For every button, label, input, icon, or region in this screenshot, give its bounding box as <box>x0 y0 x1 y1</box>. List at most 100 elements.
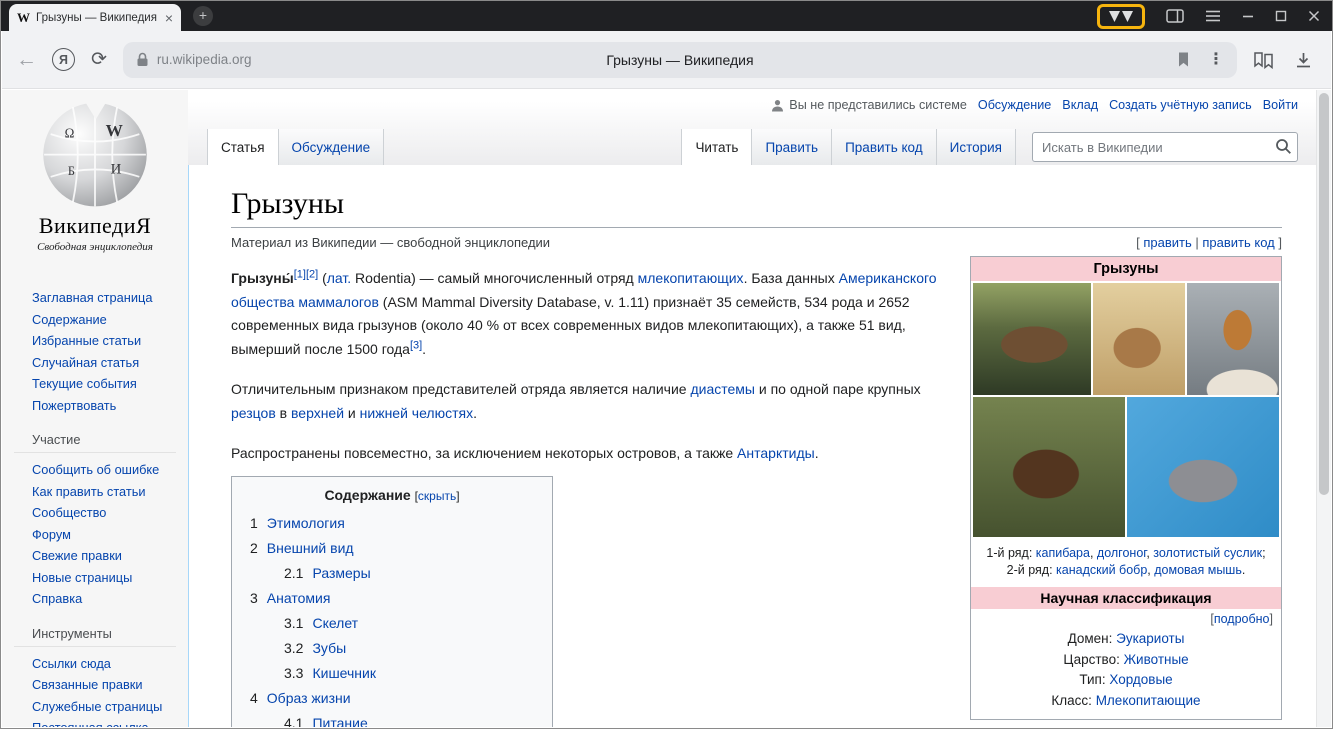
sidebar-link[interactable]: Текущие события <box>32 373 188 395</box>
inline-link[interactable]: верхней <box>291 405 344 421</box>
sidebar-link[interactable]: Пожертвовать <box>32 395 188 417</box>
toc-item[interactable]: 4.1Питание <box>284 711 534 728</box>
wikipedia-globe-logo[interactable]: Ω W И Б <box>40 98 150 208</box>
toc-item[interactable]: 2Внешний вид <box>250 536 534 561</box>
section-edit-links[interactable]: [ править | править код ] <box>1136 235 1282 250</box>
wikipedia-favicon: W <box>17 10 30 26</box>
sidebar-link[interactable]: Связанные правки <box>32 674 188 696</box>
text-segment: Содержание <box>324 487 410 503</box>
taxon-link[interactable]: Хордовые <box>1109 672 1172 687</box>
canadian-beaver-photo[interactable] <box>973 397 1125 537</box>
house-mouse-photo[interactable] <box>1127 397 1279 537</box>
toc-item[interactable]: 1Этимология <box>250 511 534 536</box>
sidebar-link[interactable]: Как править статьи <box>32 481 188 503</box>
inline-link[interactable]: диастемы <box>690 381 755 397</box>
capybara-photo[interactable] <box>973 283 1091 395</box>
taxon-link[interactable]: Животные <box>1124 652 1189 667</box>
browser-tab[interactable]: W Грызуны — Википедия × <box>9 4 181 31</box>
sidebar-link[interactable]: Справка <box>32 588 188 610</box>
toc-item[interactable]: 3Анатомия <box>250 586 534 611</box>
inline-link[interactable]: скрыть <box>418 489 456 503</box>
taxon-link[interactable]: Эукариоты <box>1116 631 1184 646</box>
sidebar-link[interactable]: Постоянная ссылка <box>32 717 188 727</box>
toc-item[interactable]: 3.2Зубы <box>284 636 534 661</box>
personal-link-contribs[interactable]: Вклад <box>1062 98 1098 112</box>
maximize-button[interactable] <box>1275 10 1287 22</box>
tab-read[interactable]: Читать <box>681 129 752 165</box>
springhare-photo[interactable] <box>1093 283 1185 395</box>
toc-item[interactable]: 3.3Кишечник <box>284 661 534 686</box>
taxobox-details-link[interactable]: [подробно] <box>971 609 1281 627</box>
sidebar-link[interactable]: Новые страницы <box>32 567 188 589</box>
inline-link[interactable]: подробно <box>1214 612 1270 626</box>
inline-link[interactable]: править код <box>1202 235 1274 250</box>
tab-close-icon[interactable]: × <box>165 11 173 25</box>
tab-article[interactable]: Статья <box>207 129 279 165</box>
taxobox-caption: 1-й ряд: капибара, долгоног, золотистый … <box>971 539 1281 587</box>
yandex-icon[interactable]: Я <box>52 48 75 71</box>
inline-link[interactable]: капибара <box>1036 546 1090 560</box>
inline-link[interactable]: млекопитающих <box>638 270 744 286</box>
inline-link[interactable]: [3] <box>410 339 422 351</box>
taxobox-title: Грызуны <box>971 257 1281 281</box>
inline-link[interactable]: канадский бобр <box>1056 563 1147 577</box>
golden-ground-squirrel-photo[interactable] <box>1187 283 1279 395</box>
browser-tab-title: Грызуны — Википедия <box>36 12 159 24</box>
downloads-icon[interactable] <box>1294 51 1313 69</box>
back-icon[interactable]: ← <box>16 49 37 70</box>
refresh-icon[interactable]: ⟳ <box>91 50 107 69</box>
highlighted-extension-icon[interactable] <box>1097 4 1145 29</box>
text-segment: . <box>815 445 819 461</box>
inline-link[interactable]: долгоног <box>1097 546 1146 560</box>
text-segment: и по одной паре крупных <box>755 381 921 397</box>
tab-edit[interactable]: Править <box>752 129 832 165</box>
browser-toolbar: ← Я ⟳ ru.wikipedia.org Грызуны — Википед… <box>2 31 1331 89</box>
svg-text:И: И <box>111 162 122 178</box>
personal-link-talk[interactable]: Обсуждение <box>978 98 1051 112</box>
page-scrollbar[interactable] <box>1316 90 1331 727</box>
inline-link[interactable]: [2] <box>306 268 318 280</box>
sidebar-link[interactable]: Служебные страницы <box>32 696 188 718</box>
inline-link[interactable]: домовая мышь <box>1154 563 1242 577</box>
tab-discussion[interactable]: Обсуждение <box>279 129 385 165</box>
new-tab-button[interactable]: + <box>193 6 213 26</box>
inline-link[interactable]: править <box>1143 235 1191 250</box>
address-bar[interactable]: ru.wikipedia.org Грызуны — Википедия ⋮ <box>123 42 1237 78</box>
close-window-button[interactable] <box>1308 10 1320 22</box>
sidebar-link[interactable]: Сообщить об ошибке <box>32 459 188 481</box>
extension-icon <box>1107 10 1135 23</box>
taxon-link[interactable]: Млекопитающие <box>1096 693 1201 708</box>
sidebar-link[interactable]: Сообщество <box>32 502 188 524</box>
side-panel-button[interactable] <box>1166 8 1184 24</box>
toc-header[interactable]: Содержание [скрыть] <box>250 487 534 503</box>
personal-link-login[interactable]: Войти <box>1263 98 1298 112</box>
inline-link[interactable]: лат. <box>327 270 351 286</box>
taxon-rank: Класс: <box>1051 693 1095 708</box>
scrollbar-thumb[interactable] <box>1319 93 1329 495</box>
taxobox-row: Царство: Животные <box>971 650 1281 671</box>
inline-link[interactable]: золотистый суслик <box>1153 546 1262 560</box>
collections-icon[interactable] <box>1253 51 1274 69</box>
inline-link[interactable]: Антарктиды <box>737 445 815 461</box>
sidebar-link[interactable]: Заглавная страница <box>32 287 188 309</box>
toc-item[interactable]: 4Образ жизни <box>250 686 534 711</box>
sidebar-link[interactable]: Содержание <box>32 309 188 331</box>
inline-link[interactable]: нижней челюстях <box>360 405 473 421</box>
inline-link[interactable]: резцов <box>231 405 276 421</box>
toc-item[interactable]: 2.1Размеры <box>284 561 534 586</box>
minimize-button[interactable] <box>1242 10 1254 22</box>
search-icon[interactable] <box>1275 138 1292 155</box>
inline-link[interactable]: [1] <box>294 268 306 280</box>
toc-item[interactable]: 3.1Скелет <box>284 611 534 636</box>
wikipedia-wordmark[interactable]: ВикипедиЯ <box>2 213 188 239</box>
tab-history[interactable]: История <box>937 129 1016 165</box>
personal-link-create-account[interactable]: Создать учётную запись <box>1109 98 1252 112</box>
search-input[interactable] <box>1032 132 1298 162</box>
sidebar-link[interactable]: Случайная статья <box>32 352 188 374</box>
sidebar-link[interactable]: Избранные статьи <box>32 330 188 352</box>
sidebar-link[interactable]: Ссылки сюда <box>32 653 188 675</box>
sidebar-link[interactable]: Форум <box>32 524 188 546</box>
browser-menu-button[interactable] <box>1205 9 1221 23</box>
tab-edit-source[interactable]: Править код <box>832 129 937 165</box>
sidebar-link[interactable]: Свежие правки <box>32 545 188 567</box>
